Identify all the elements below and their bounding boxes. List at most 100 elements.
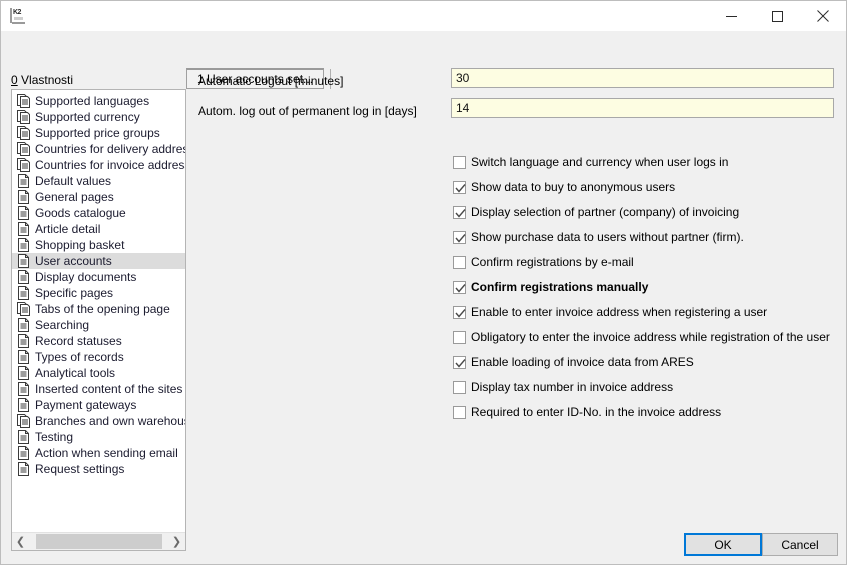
document-icon — [17, 430, 30, 444]
ok-button[interactable]: OK — [684, 533, 762, 556]
automatic-logout-input[interactable] — [451, 68, 834, 88]
checkbox-row[interactable]: Show purchase data to users without part… — [453, 231, 744, 244]
list-item[interactable]: General pages — [12, 189, 185, 205]
list-item[interactable]: Action when sending email — [12, 445, 185, 461]
checkbox-checked-icon[interactable] — [453, 281, 466, 294]
checkbox-label: Enable loading of invoice data from ARES — [471, 356, 694, 369]
list-item[interactable]: Record statuses — [12, 333, 185, 349]
k2-app-icon: K2 — [10, 8, 26, 24]
properties-list-label-accel: 0 — [11, 73, 18, 87]
list-item-label: Specific pages — [35, 285, 113, 301]
checkbox-unchecked-icon[interactable] — [453, 381, 466, 394]
list-item[interactable]: Analytical tools — [12, 365, 185, 381]
checkbox-unchecked-icon[interactable] — [453, 331, 466, 344]
list-item[interactable]: User accounts — [12, 253, 185, 269]
list-item-label: Supported languages — [35, 93, 149, 109]
checkbox-label: Display tax number in invoice address — [471, 381, 673, 394]
checkbox-label: Confirm registrations by e-mail — [471, 256, 634, 269]
list-item[interactable]: Article detail — [12, 221, 185, 237]
scrollbar-thumb[interactable] — [36, 534, 162, 549]
list-item[interactable]: Branches and own warehouses — [12, 413, 185, 429]
maximize-button[interactable] — [754, 1, 800, 31]
list-item-label: Branches and own warehouses — [35, 413, 185, 429]
checkbox-row[interactable]: Switch language and currency when user l… — [453, 156, 728, 169]
document-icon — [17, 286, 30, 300]
list-item[interactable]: Payment gateways — [12, 397, 185, 413]
document-icon — [17, 190, 30, 204]
list-item-label: Default values — [35, 173, 111, 189]
list-item[interactable]: Tabs of the opening page — [12, 301, 185, 317]
list-item[interactable]: Display documents — [12, 269, 185, 285]
list-item[interactable]: Shopping basket — [12, 237, 185, 253]
title-bar-left: K2 — [1, 1, 34, 31]
permanent-login-logout-label: Autom. log out of permanent log in [days… — [198, 104, 417, 118]
list-item-label: Searching — [35, 317, 89, 333]
scroll-left-arrow-icon[interactable]: ❮ — [12, 533, 29, 550]
properties-listbox[interactable]: Supported languagesSupported currencySup… — [11, 89, 186, 551]
checkbox-row[interactable]: Confirm registrations by e-mail — [453, 256, 634, 269]
checkbox-checked-icon[interactable] — [453, 306, 466, 319]
document-icon — [17, 174, 30, 188]
checkbox-row[interactable]: Show data to buy to anonymous users — [453, 181, 675, 194]
list-item-label: User accounts — [35, 253, 112, 269]
list-item[interactable]: Default values — [12, 173, 185, 189]
checkbox-unchecked-icon[interactable] — [453, 406, 466, 419]
list-item[interactable]: Specific pages — [12, 285, 185, 301]
list-item[interactable]: Searching — [12, 317, 185, 333]
list-item[interactable]: Countries for invoice addresse — [12, 157, 185, 173]
document-icon — [17, 398, 30, 412]
checkbox-checked-icon[interactable] — [453, 356, 466, 369]
multi-document-icon — [17, 126, 30, 140]
list-item-label: Payment gateways — [35, 397, 136, 413]
list-item[interactable]: Testing — [12, 429, 185, 445]
list-horizontal-scrollbar[interactable]: ❮ ❯ — [12, 532, 185, 550]
list-item[interactable]: Supported languages — [12, 93, 185, 109]
list-item[interactable]: Goods catalogue — [12, 205, 185, 221]
checkbox-unchecked-icon[interactable] — [453, 256, 466, 269]
checkbox-label: Show data to buy to anonymous users — [471, 181, 675, 194]
list-item-label: Shopping basket — [35, 237, 124, 253]
checkbox-row[interactable]: Display tax number in invoice address — [453, 381, 673, 394]
list-item-label: Tabs of the opening page — [35, 301, 170, 317]
close-button[interactable] — [800, 1, 846, 31]
checkbox-row[interactable]: Enable to enter invoice address when reg… — [453, 306, 767, 319]
properties-list-label-text: Vlastnosti — [18, 73, 73, 87]
document-icon — [17, 254, 30, 268]
checkbox-row[interactable]: Required to enter ID-No. in the invoice … — [453, 406, 721, 419]
list-item-label: Article detail — [35, 221, 100, 237]
checkbox-row[interactable]: Obligatory to enter the invoice address … — [453, 331, 830, 344]
checkbox-checked-icon[interactable] — [453, 231, 466, 244]
document-icon — [17, 238, 30, 252]
permanent-login-logout-input[interactable] — [451, 98, 834, 118]
list-item[interactable]: Countries for delivery addresse — [12, 141, 185, 157]
checkbox-label: Confirm registrations manually — [471, 281, 648, 294]
minimize-button[interactable] — [708, 1, 754, 31]
list-item-label: Action when sending email — [35, 445, 178, 461]
checkbox-row[interactable]: Display selection of partner (company) o… — [453, 206, 739, 219]
list-item[interactable]: Types of records — [12, 349, 185, 365]
list-item[interactable]: Request settings — [12, 461, 185, 477]
list-item-label: Analytical tools — [35, 365, 115, 381]
document-icon — [17, 222, 30, 236]
multi-document-icon — [17, 94, 30, 108]
document-icon — [17, 350, 30, 364]
checkbox-unchecked-icon[interactable] — [453, 156, 466, 169]
document-icon — [17, 318, 30, 332]
checkbox-checked-icon[interactable] — [453, 206, 466, 219]
list-item-label: Display documents — [35, 269, 136, 285]
scrollbar-track[interactable] — [29, 533, 168, 550]
list-item[interactable]: Supported currency — [12, 109, 185, 125]
multi-document-icon — [17, 110, 30, 124]
document-icon — [17, 270, 30, 284]
checkbox-row[interactable]: Confirm registrations manually — [453, 281, 648, 294]
list-item[interactable]: Inserted content of the sites — [12, 381, 185, 397]
checkbox-checked-icon[interactable] — [453, 181, 466, 194]
list-item-label: Goods catalogue — [35, 205, 126, 221]
multi-document-icon — [17, 414, 30, 428]
scroll-right-arrow-icon[interactable]: ❯ — [168, 533, 185, 550]
checkbox-label: Display selection of partner (company) o… — [471, 206, 739, 219]
cancel-button[interactable]: Cancel — [762, 533, 838, 556]
list-item[interactable]: Supported price groups — [12, 125, 185, 141]
list-item-label: Request settings — [35, 461, 124, 477]
checkbox-row[interactable]: Enable loading of invoice data from ARES — [453, 356, 694, 369]
